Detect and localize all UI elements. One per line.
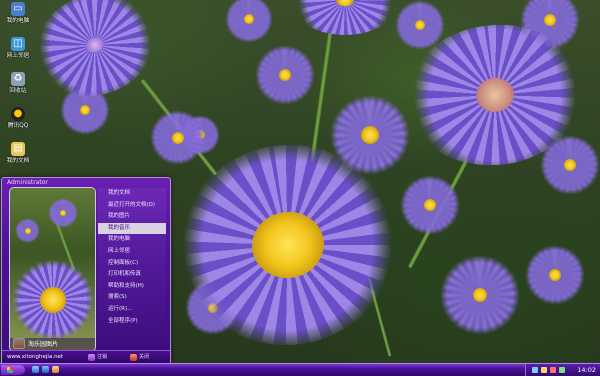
- menu-item-network-places[interactable]: 网上邻居: [98, 246, 166, 258]
- start-menu-places-list: 我的文档 最近打开的文档(D) 我的图片 我的音乐 我的电脑 网上邻居 控制面板…: [98, 188, 166, 350]
- menu-item-my-music[interactable]: 我的音乐: [98, 222, 166, 235]
- start-menu-user-picture: 淘乐园图片: [9, 187, 96, 352]
- qq-penguin-icon: ●: [11, 107, 25, 121]
- menu-item-my-documents[interactable]: 我的文档: [98, 188, 166, 200]
- photo-aster-small: [15, 218, 40, 243]
- start-button[interactable]: [1, 365, 25, 375]
- desktop-icon-qq[interactable]: ● 腾讯QQ: [3, 107, 33, 139]
- menu-item-all-programs[interactable]: 全部程序(P): [98, 316, 166, 328]
- taskbar: 14:02: [0, 363, 600, 376]
- shutdown-label: 关闭: [139, 354, 150, 360]
- background-aster: [255, 45, 315, 105]
- system-tray: 14:02: [525, 364, 600, 376]
- logoff-icon: [88, 354, 95, 361]
- footer-site-url: www.xitonghejia.net: [7, 354, 64, 360]
- menu-item-recent-documents[interactable]: 最近打开的文档(D): [98, 200, 166, 212]
- logoff-button[interactable]: 注销: [88, 353, 107, 362]
- tray-security-icon[interactable]: [559, 367, 565, 373]
- documents-icon: ▤: [11, 142, 25, 156]
- desktop-icon-label: 网上邻居: [6, 52, 30, 59]
- menu-item-my-computer[interactable]: 我的电脑: [98, 234, 166, 246]
- desktop-icon-network[interactable]: ◫ 网上邻居: [3, 37, 33, 69]
- desktop-icon-label: 腾讯QQ: [7, 122, 29, 129]
- background-aster: [150, 110, 205, 165]
- shutdown-button[interactable]: 关闭: [130, 353, 149, 362]
- recycle-bin-icon: ♻: [11, 72, 25, 86]
- background-aster: [400, 175, 460, 235]
- desktop-icon-column: ▭ 我的电脑 ◫ 网上邻居 ♻ 回收站 ● 腾讯QQ ▤ 我的文档 e: [3, 2, 33, 196]
- menu-item-printers-faxes[interactable]: 打印机和传真: [98, 269, 166, 281]
- menu-item-my-pictures[interactable]: 我的图片: [98, 211, 166, 223]
- quicklaunch-media-icon[interactable]: [52, 366, 59, 373]
- menu-item-run[interactable]: 运行(R)...: [98, 304, 166, 316]
- tray-network-icon[interactable]: [532, 367, 538, 373]
- menu-item-search[interactable]: 搜索(S): [98, 292, 166, 304]
- taskbar-clock[interactable]: 14:02: [577, 365, 596, 375]
- desktop-icon-label: 回收站: [9, 87, 27, 94]
- desktop-icon-my-computer[interactable]: ▭ 我的电脑: [3, 2, 33, 34]
- network-icon: ◫: [11, 37, 25, 51]
- photo-aster-main: [12, 260, 94, 340]
- tray-volume-icon[interactable]: [541, 367, 547, 373]
- start-menu-user-name: Administrator: [7, 179, 48, 186]
- desktop-icon-recycle-bin[interactable]: ♻ 回收站: [3, 72, 33, 104]
- background-aster: [225, 0, 273, 43]
- quicklaunch-ie-icon[interactable]: [42, 366, 49, 373]
- photo-aster-small: [48, 198, 78, 228]
- background-aster: [440, 255, 520, 335]
- start-menu: Administrator 淘乐园图片 我的文档 最近打开的文档(D) 我的图片…: [1, 177, 171, 365]
- desktop-icon-my-documents[interactable]: ▤ 我的文档: [3, 142, 33, 174]
- top-left-aster: [22, 0, 168, 112]
- menu-item-control-panel[interactable]: 控制面板(C): [98, 258, 166, 270]
- power-icon: [130, 354, 137, 361]
- logoff-label: 注销: [97, 354, 108, 360]
- menu-item-help-support[interactable]: 帮助和支持(H): [98, 281, 166, 293]
- background-aster: [525, 245, 585, 305]
- top-center-aster: [290, 0, 400, 35]
- start-menu-footer: www.xitonghejia.net 注销 关闭: [2, 350, 170, 364]
- quicklaunch-desktop-icon[interactable]: [32, 366, 39, 373]
- computer-icon: ▭: [11, 2, 25, 16]
- desktop-icon-label: 我的电脑: [6, 17, 30, 24]
- desktop-icon-label: 我的文档: [6, 157, 30, 164]
- tray-qq-icon[interactable]: [550, 367, 556, 373]
